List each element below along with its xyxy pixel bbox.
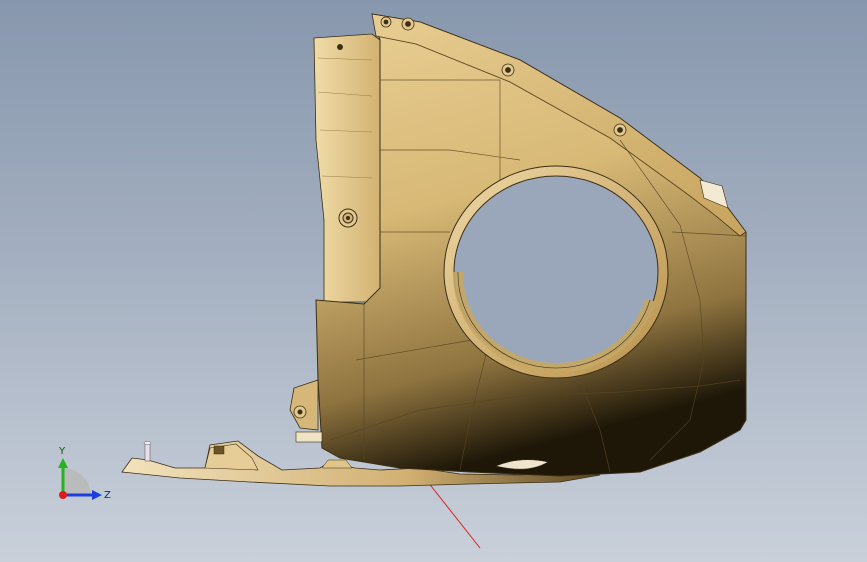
triad-reference-plane <box>63 468 91 495</box>
z-axis-label: Z <box>104 490 111 501</box>
x-axis <box>59 491 67 499</box>
y-axis-label: Y <box>58 446 66 457</box>
graphics-viewport[interactable]: Y Z <box>0 0 867 562</box>
pin <box>144 442 151 462</box>
cad-model-part[interactable] <box>0 0 867 562</box>
left-flange <box>313 33 381 303</box>
coordinate-triad: Y Z <box>58 446 111 501</box>
